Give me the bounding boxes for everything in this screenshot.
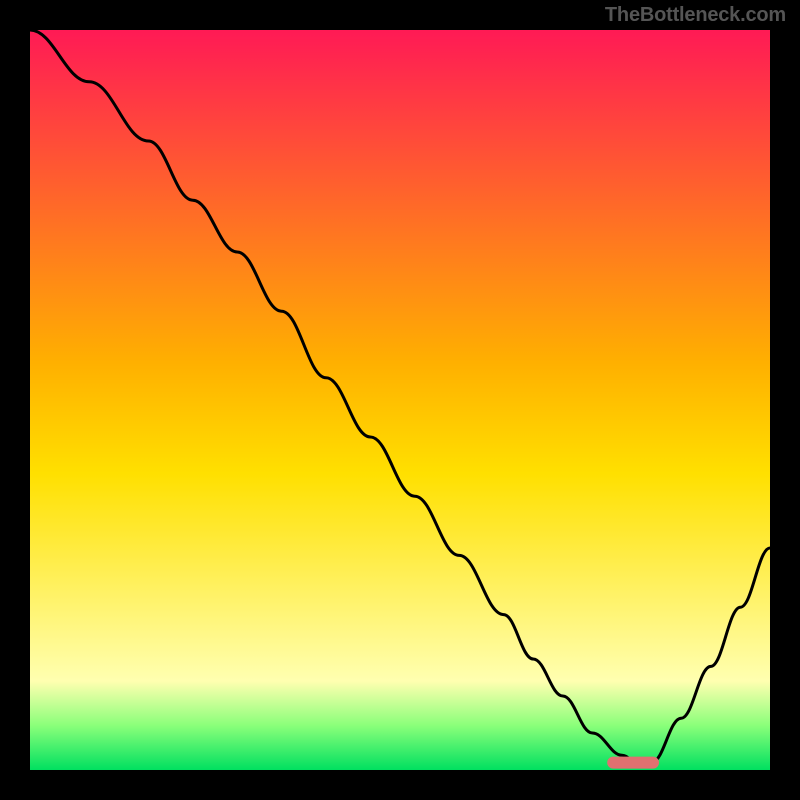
chart-root: TheBottleneck.com: [0, 0, 800, 800]
plot-background: [30, 30, 770, 770]
minimum-marker: [607, 757, 659, 769]
bottleneck-curve-chart: [0, 0, 800, 800]
